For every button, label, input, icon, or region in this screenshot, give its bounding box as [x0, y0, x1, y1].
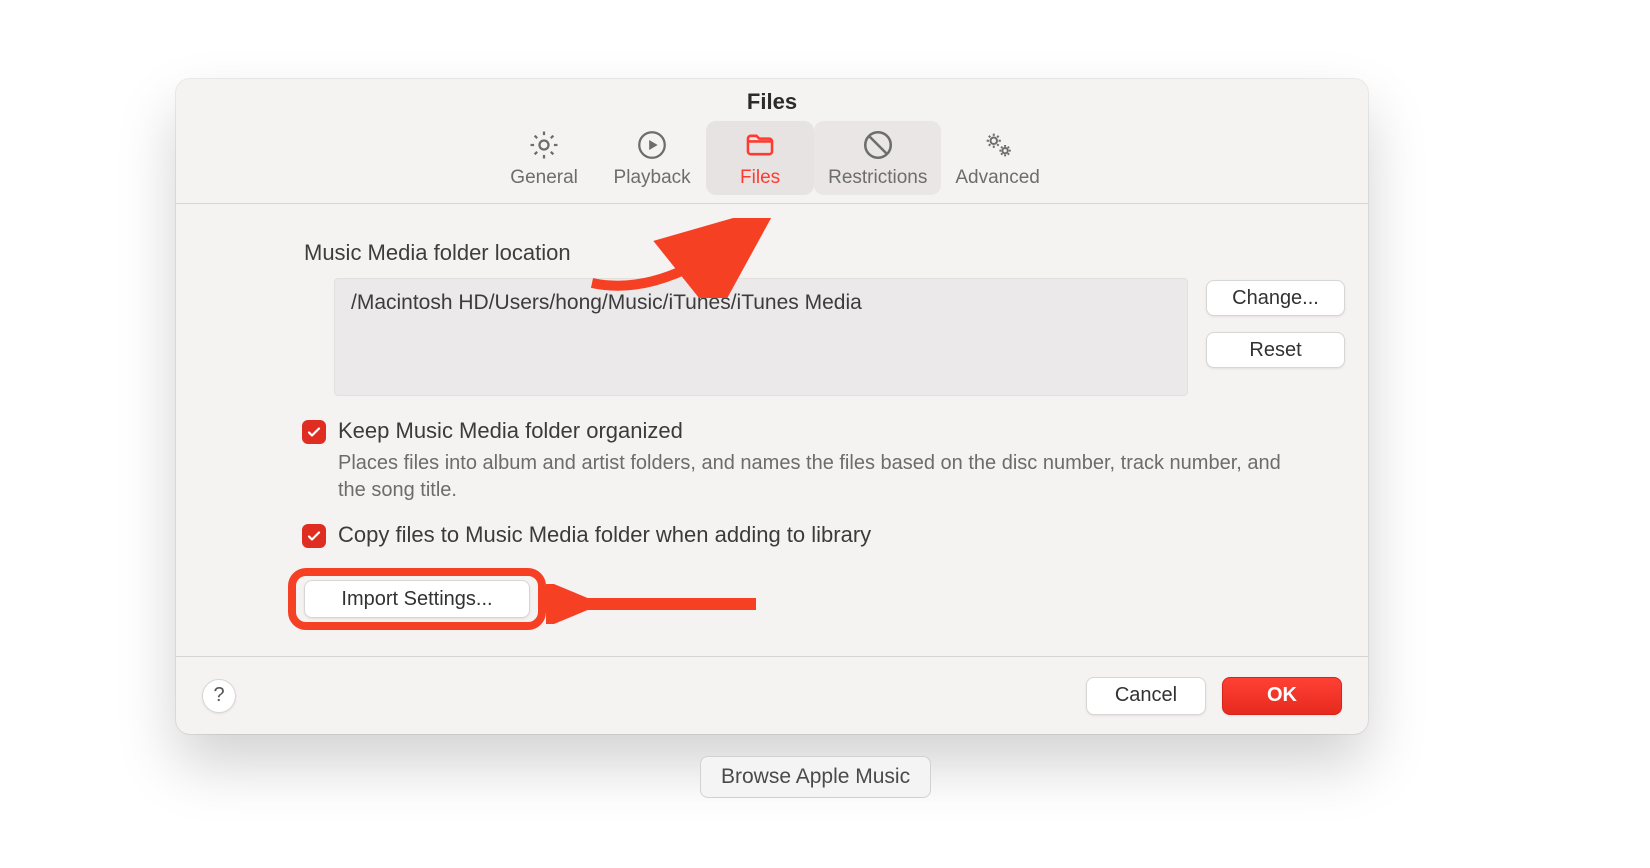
media-folder-path: /Macintosh HD/Users/hong/Music/iTunes/iT…	[334, 278, 1188, 396]
dialog-footer: ? Cancel OK	[176, 656, 1368, 734]
browse-apple-music-button[interactable]: Browse Apple Music	[700, 756, 931, 798]
copy-files-row: Copy files to Music Media folder when ad…	[302, 522, 1368, 548]
import-settings-button[interactable]: Import Settings...	[304, 580, 530, 618]
tab-bar: General Playback Files	[176, 121, 1368, 204]
cancel-button[interactable]: Cancel	[1086, 677, 1206, 715]
tab-label: Playback	[614, 167, 691, 189]
copy-files-checkbox[interactable]	[302, 524, 326, 548]
import-settings-highlight: Import Settings...	[288, 568, 546, 630]
tab-label: Restrictions	[828, 167, 927, 189]
folder-icon	[742, 127, 778, 163]
tab-label: Files	[740, 167, 780, 189]
gear-icon	[526, 127, 562, 163]
play-circle-icon	[634, 127, 670, 163]
change-button[interactable]: Change...	[1206, 280, 1345, 316]
copy-files-label: Copy files to Music Media folder when ad…	[338, 522, 871, 548]
tab-restrictions[interactable]: Restrictions	[814, 121, 941, 195]
tab-label: General	[510, 167, 578, 189]
keep-organized-checkbox[interactable]	[302, 420, 326, 444]
tab-label: Advanced	[955, 167, 1040, 189]
keep-organized-label: Keep Music Media folder organized	[338, 418, 683, 444]
gears-icon	[980, 127, 1016, 163]
tab-files[interactable]: Files	[706, 121, 814, 195]
keep-organized-row: Keep Music Media folder organized	[302, 418, 1368, 444]
block-icon	[860, 127, 896, 163]
reset-button[interactable]: Reset	[1206, 332, 1345, 368]
help-button[interactable]: ?	[202, 679, 236, 713]
dialog-title: Files	[176, 79, 1368, 115]
content-area: Music Media folder location /Macintosh H…	[176, 204, 1368, 548]
media-folder-label: Music Media folder location	[304, 240, 1368, 266]
tab-advanced[interactable]: Advanced	[941, 121, 1054, 195]
settings-dialog: Files General Playback	[176, 79, 1368, 734]
tab-general[interactable]: General	[490, 121, 598, 195]
tab-playback[interactable]: Playback	[598, 121, 706, 195]
keep-organized-help: Places files into album and artist folde…	[338, 450, 1298, 504]
ok-button[interactable]: OK	[1222, 677, 1342, 715]
